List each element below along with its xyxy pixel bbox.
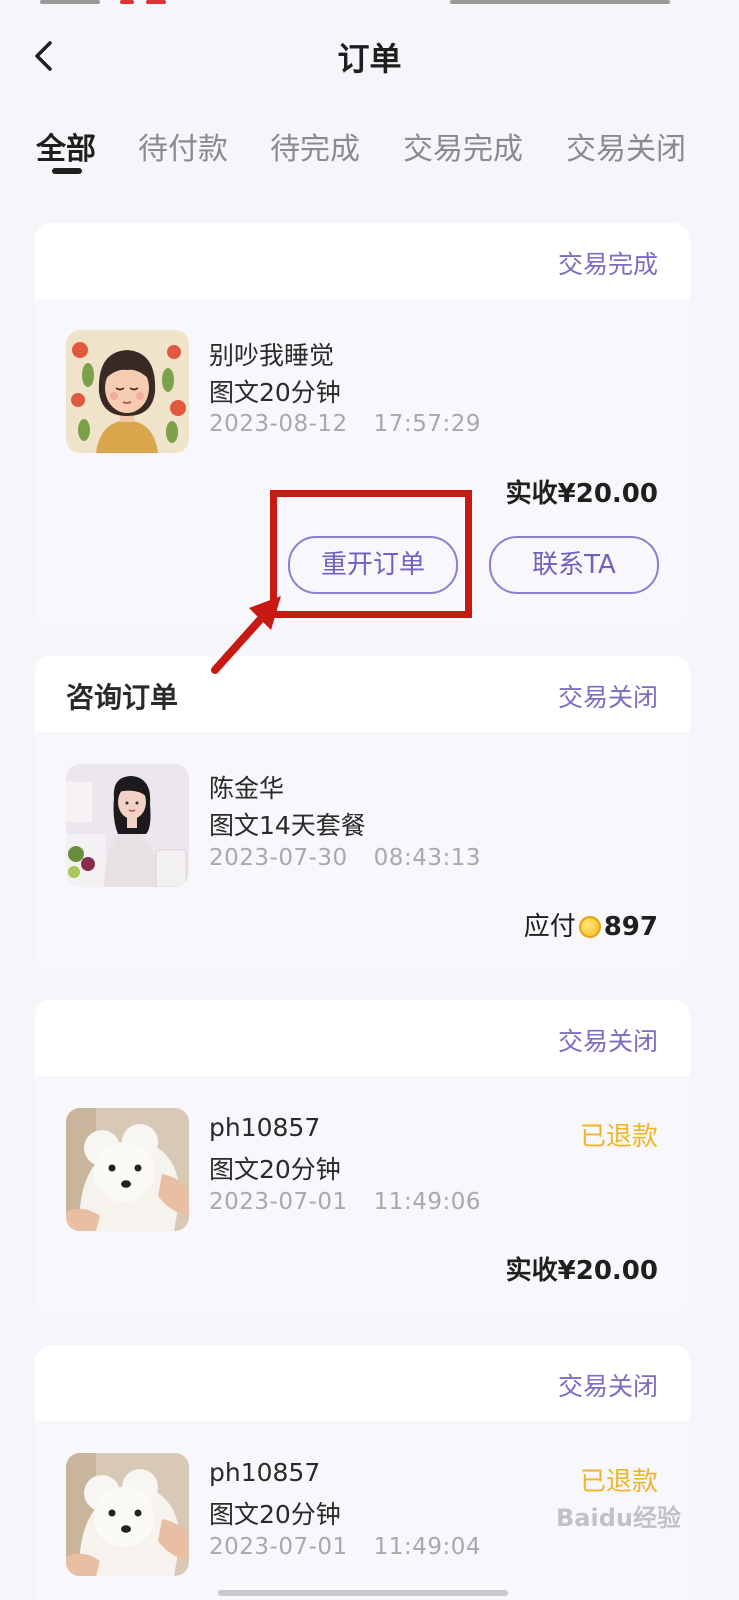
order-time: 2023-08-12 17:57:29: [209, 411, 481, 437]
tab-pending-completion[interactable]: 待完成: [270, 124, 360, 168]
order-status: 交易关闭: [557, 683, 658, 712]
service-item: 图文14天套餐: [209, 811, 366, 840]
order-status: 交易关闭: [557, 1027, 658, 1056]
service-item: 图文20分钟: [209, 1155, 341, 1184]
counterpart-name: ph10857: [209, 1458, 321, 1487]
counterpart-name: ph10857: [209, 1113, 321, 1142]
order-time: 2023-07-30 08:43:13: [209, 845, 481, 871]
order-tabs: 全部 待付款 待完成 交易完成 交易关闭: [36, 124, 726, 180]
service-item: 图文20分钟: [209, 378, 341, 407]
payable-amount: 应付 897: [523, 912, 658, 942]
order-time: 2023-07-01 11:49:06: [209, 1189, 481, 1215]
order-card-header: 交易关闭: [35, 1000, 690, 1076]
annotation-highlight-box: [270, 490, 472, 618]
page-title: 订单: [337, 40, 402, 78]
refund-status: 已退款: [579, 1122, 658, 1152]
order-card-header: 咨询订单 交易关闭: [35, 656, 690, 732]
tab-completed[interactable]: 交易完成: [403, 124, 523, 168]
avatar: [66, 1453, 189, 1576]
order-card-header: 交易关闭: [35, 1345, 690, 1421]
counterpart-name: 别吵我睡觉: [209, 341, 335, 370]
order-status: 交易完成: [557, 250, 658, 279]
home-indicator[interactable]: [218, 1590, 508, 1596]
order-time: 2023-07-01 11:49:04: [209, 1534, 481, 1560]
tab-all[interactable]: 全部: [36, 124, 96, 168]
received-amount: 实收¥20.00: [505, 479, 658, 509]
tab-closed[interactable]: 交易关闭: [566, 124, 686, 168]
contact-button[interactable]: 联系TA: [489, 536, 659, 594]
avatar: [66, 330, 189, 453]
active-tab-indicator: [52, 168, 82, 174]
order-status: 交易关闭: [557, 1372, 658, 1401]
annotation-arrow-icon: [211, 596, 281, 674]
tab-pending-payment[interactable]: 待付款: [138, 124, 228, 168]
order-type: 咨询订单: [66, 681, 179, 714]
status-bar: [0, 0, 739, 10]
refund-status: 已退款: [579, 1467, 658, 1497]
order-card[interactable]: 交易关闭 ph10857 已退款 图文20分钟 2023-07-01 11:49:…: [35, 1345, 690, 1600]
order-card[interactable]: 交易关闭 ph10857 已退款 图文20分钟 2023-07-01 11:49:…: [35, 1000, 690, 1313]
watermark: Baidu经验: [556, 1504, 681, 1532]
counterpart-name: 陈金华: [209, 774, 285, 803]
received-amount: 实收¥20.00: [505, 1256, 658, 1286]
app-header: 订单: [0, 20, 739, 100]
orders-page: 订单 全部 待付款 待完成 交易完成 交易关闭 交易完成 别吵我睡觉 图文20分…: [0, 0, 739, 1600]
coin-icon: [578, 916, 601, 938]
avatar: [66, 764, 189, 887]
service-item: 图文20分钟: [209, 1500, 341, 1529]
order-card[interactable]: 咨询订单 交易关闭 陈金华 图文14天套餐 2023-07-30 08:43:1…: [35, 656, 690, 969]
order-card-header: 交易完成: [35, 223, 690, 299]
avatar: [66, 1108, 189, 1231]
